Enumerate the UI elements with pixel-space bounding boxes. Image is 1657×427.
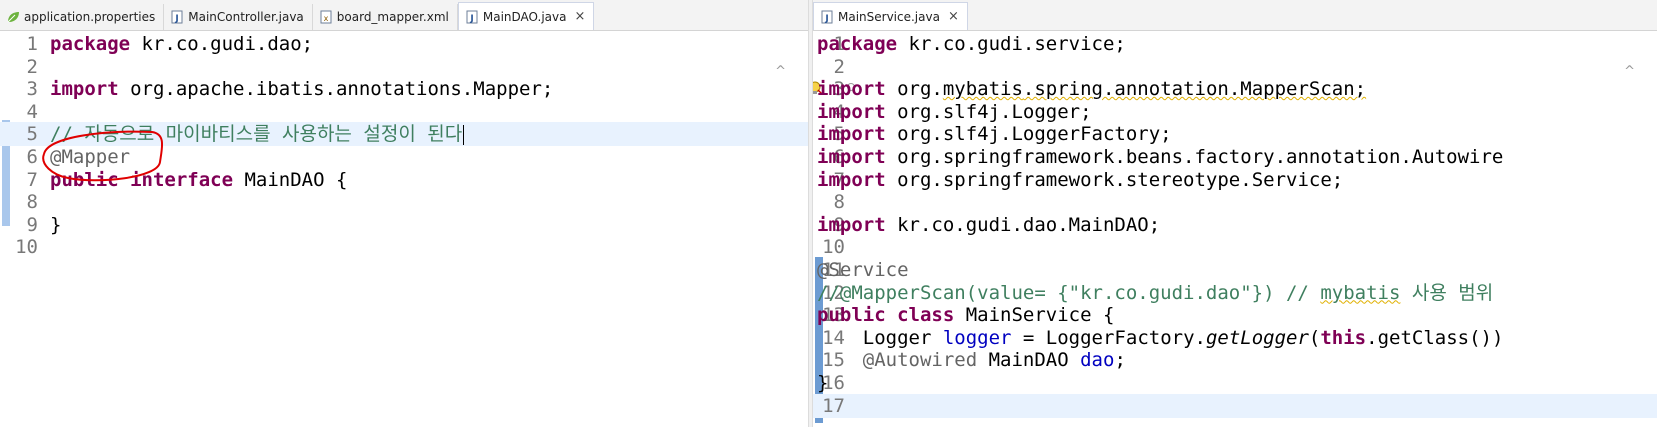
code-line[interactable]: 9 import kr.co.gudi.dao.MainDAO; (813, 213, 1657, 237)
code-line[interactable]: 1 package kr.co.gudi.service; (813, 32, 1657, 56)
code-line[interactable]: 7 import org.springframework.stereotype.S… (813, 168, 1657, 192)
red-circle-annotation (42, 130, 164, 182)
code-text: @Autowired MainDAO dao; (862, 349, 1126, 372)
right-editor-pane: J MainService.java × ^ 1 package kr.co.gudi… (813, 0, 1657, 427)
line-number: 8 (833, 191, 845, 214)
line-number: 8 (26, 191, 38, 214)
line-number: 9 (26, 213, 38, 236)
file-tab[interactable]: x board_mapper.xml (313, 4, 458, 30)
code-text: } (817, 372, 829, 394)
line-number: 17 (822, 394, 845, 417)
line-number: 1 (26, 33, 38, 55)
code-line[interactable]: 10 (813, 235, 1657, 259)
code-text: import org.slf4j.Logger; (817, 100, 1092, 123)
java-file-icon: J (820, 10, 834, 24)
file-tab[interactable]: application.properties (0, 4, 165, 30)
file-tab[interactable]: J MainController.java (164, 4, 313, 30)
tab-label: MainDAO.java (482, 9, 567, 24)
code-line[interactable]: 3 import org.apache.ibatis.annotations.Ma… (0, 77, 808, 101)
xml-file-icon: x (319, 10, 333, 24)
code-text: import org.mybatis.spring.annotation.Map… (817, 78, 1367, 101)
line-number: 6 (26, 146, 38, 168)
right-tab-bar: J MainService.java × (813, 0, 1657, 31)
line-number: 10 (822, 236, 845, 259)
code-line[interactable]: 1 package kr.co.gudi.dao; (0, 32, 808, 56)
file-tab[interactable]: J MainDAO.java × (457, 2, 595, 30)
code-line[interactable]: 2 (0, 55, 808, 79)
tab-label: MainService.java (838, 9, 940, 24)
line-number: 2 (833, 55, 845, 78)
code-text: package kr.co.gudi.service; (817, 33, 1126, 55)
code-text: public class MainService { (817, 304, 1115, 327)
line-number: 7 (26, 168, 38, 191)
leaf-icon (6, 10, 20, 24)
line-number: 2 (26, 55, 38, 78)
code-text: import kr.co.gudi.dao.MainDAO; (817, 213, 1161, 236)
code-line[interactable]: 8 (813, 190, 1657, 214)
close-tab-icon[interactable]: × (948, 9, 959, 24)
svg-text:J: J (175, 14, 179, 24)
code-line[interactable]: 15 @Autowired MainDAO dao; (813, 348, 1657, 372)
line-number: 10 (15, 236, 38, 259)
svg-text:x: x (323, 14, 328, 23)
svg-text:J: J (469, 14, 473, 24)
code-text: import org.springframework.stereotype.Se… (817, 168, 1344, 191)
code-line[interactable]: 9} (0, 213, 808, 237)
code-line[interactable]: 14 Logger logger = LoggerFactory.getLogg… (813, 326, 1657, 350)
code-text: @Service (817, 259, 909, 281)
code-text: import org.springframework.beans.factory… (817, 146, 1504, 168)
code-line[interactable]: 13 public class MainService { (813, 303, 1657, 327)
left-code-editor[interactable]: ^ 1 package kr.co.gudi.dao; 2 3 import org.a… (0, 31, 808, 427)
code-line[interactable]: 17 (813, 393, 1657, 418)
close-tab-icon[interactable]: × (574, 9, 585, 24)
code-line[interactable]: 4 (0, 100, 808, 124)
code-line[interactable]: 4 import org.slf4j.Logger; (813, 100, 1657, 124)
code-line[interactable]: 6 import org.springframework.beans.factor… (813, 145, 1657, 169)
tab-label: board_mapper.xml (336, 10, 449, 24)
code-text: package kr.co.gudi.dao; (50, 33, 314, 55)
java-file-icon: J (465, 10, 479, 24)
code-line[interactable]: 16} (813, 371, 1657, 395)
java-file-icon: J (170, 10, 184, 24)
text-caret (463, 124, 465, 145)
code-line[interactable]: 8 (0, 190, 808, 214)
code-line[interactable]: 3 import org.mybatis.spring.annotation.Ma… (813, 77, 1657, 101)
left-tab-bar: application.properties J MainController.ja… (0, 0, 808, 31)
code-text: import org.apache.ibatis.annotations.Map… (50, 78, 554, 101)
code-line[interactable]: 12//@MapperScan(value= {"kr.co.gudi.dao"… (813, 281, 1657, 305)
line-number: 5 (26, 123, 38, 146)
code-line[interactable]: 2 (813, 55, 1657, 79)
code-line[interactable]: 10 (0, 235, 808, 259)
tab-label: application.properties (24, 10, 156, 24)
svg-text:J: J (824, 14, 828, 24)
line-number: 3 (26, 78, 38, 101)
code-text: import org.slf4j.LoggerFactory; (817, 123, 1172, 146)
tab-label: MainController.java (188, 10, 304, 24)
left-editor-pane: application.properties J MainController.ja… (0, 0, 808, 427)
file-tab[interactable]: J MainService.java × (813, 2, 968, 30)
code-line[interactable]: 5 import org.slf4j.LoggerFactory; (813, 122, 1657, 146)
line-number: 4 (26, 100, 38, 123)
right-code-editor[interactable]: ^ 1 package kr.co.gudi.service; 2 3 import o… (813, 31, 1657, 427)
code-text: Logger logger = LoggerFactory.getLogger(… (817, 326, 1504, 349)
code-text: } (50, 213, 62, 236)
code-line[interactable]: 11 @Service (813, 258, 1657, 282)
code-text: //@MapperScan(value= {"kr.co.gudi.dao"})… (817, 281, 1494, 304)
